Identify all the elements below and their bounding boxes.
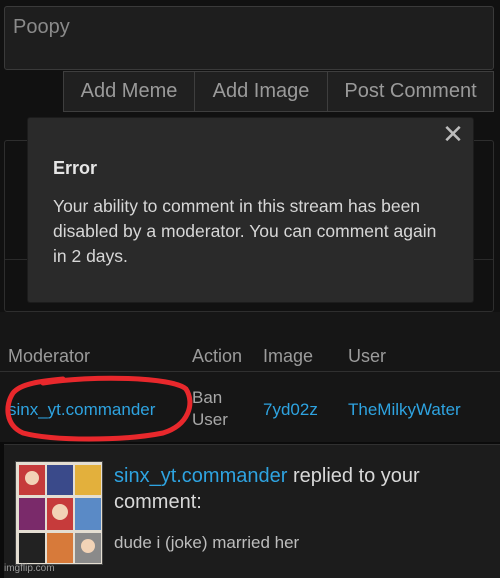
- watermark: imgflip.com: [4, 563, 55, 574]
- col-image: Image: [263, 346, 314, 366]
- dialog-title: Error: [53, 158, 98, 178]
- meme-thumbnail[interactable]: [15, 461, 103, 565]
- notification-body: dude i (joke) married her: [114, 533, 300, 552]
- screenshot: Poopy Add Meme Add Image Post Comment ✕ …: [0, 0, 500, 578]
- reply-notification[interactable]: sinx_yt.commander replied to your commen…: [4, 444, 500, 578]
- user-link[interactable]: TheMilkyWater: [348, 400, 461, 420]
- composer-toolbar: Add Meme Add Image Post Comment: [63, 71, 494, 112]
- post-comment-button[interactable]: Post Comment: [328, 72, 493, 111]
- col-moderator: Moderator: [8, 346, 91, 366]
- reply-user-link[interactable]: sinx_yt.commander: [114, 465, 287, 487]
- moderator-link[interactable]: sinx_yt.commander: [8, 400, 155, 420]
- comment-composer: Poopy Add Meme Add Image Post Comment ✕ …: [0, 0, 500, 312]
- dialog-message: Your ability to comment in this stream h…: [53, 196, 437, 266]
- action-cell: Ban User: [192, 388, 228, 429]
- add-image-button[interactable]: Add Image: [195, 72, 328, 111]
- comment-input[interactable]: Poopy: [4, 6, 494, 70]
- table-row: sinx_yt.commander Ban User 7yd02z TheMil…: [0, 374, 500, 442]
- image-link[interactable]: 7yd02z: [263, 400, 318, 420]
- col-user: User: [348, 346, 387, 366]
- close-icon[interactable]: ✕: [441, 121, 465, 147]
- notification-headline: sinx_yt.commander replied to your commen…: [114, 463, 494, 515]
- add-meme-button[interactable]: Add Meme: [64, 72, 195, 111]
- mod-log-header: Moderator Action Image User: [0, 342, 500, 372]
- mod-log: Moderator Action Image User sinx_yt.comm…: [0, 312, 500, 442]
- col-action: Action: [192, 346, 243, 366]
- error-dialog: ✕ Error Your ability to comment in this …: [28, 118, 473, 302]
